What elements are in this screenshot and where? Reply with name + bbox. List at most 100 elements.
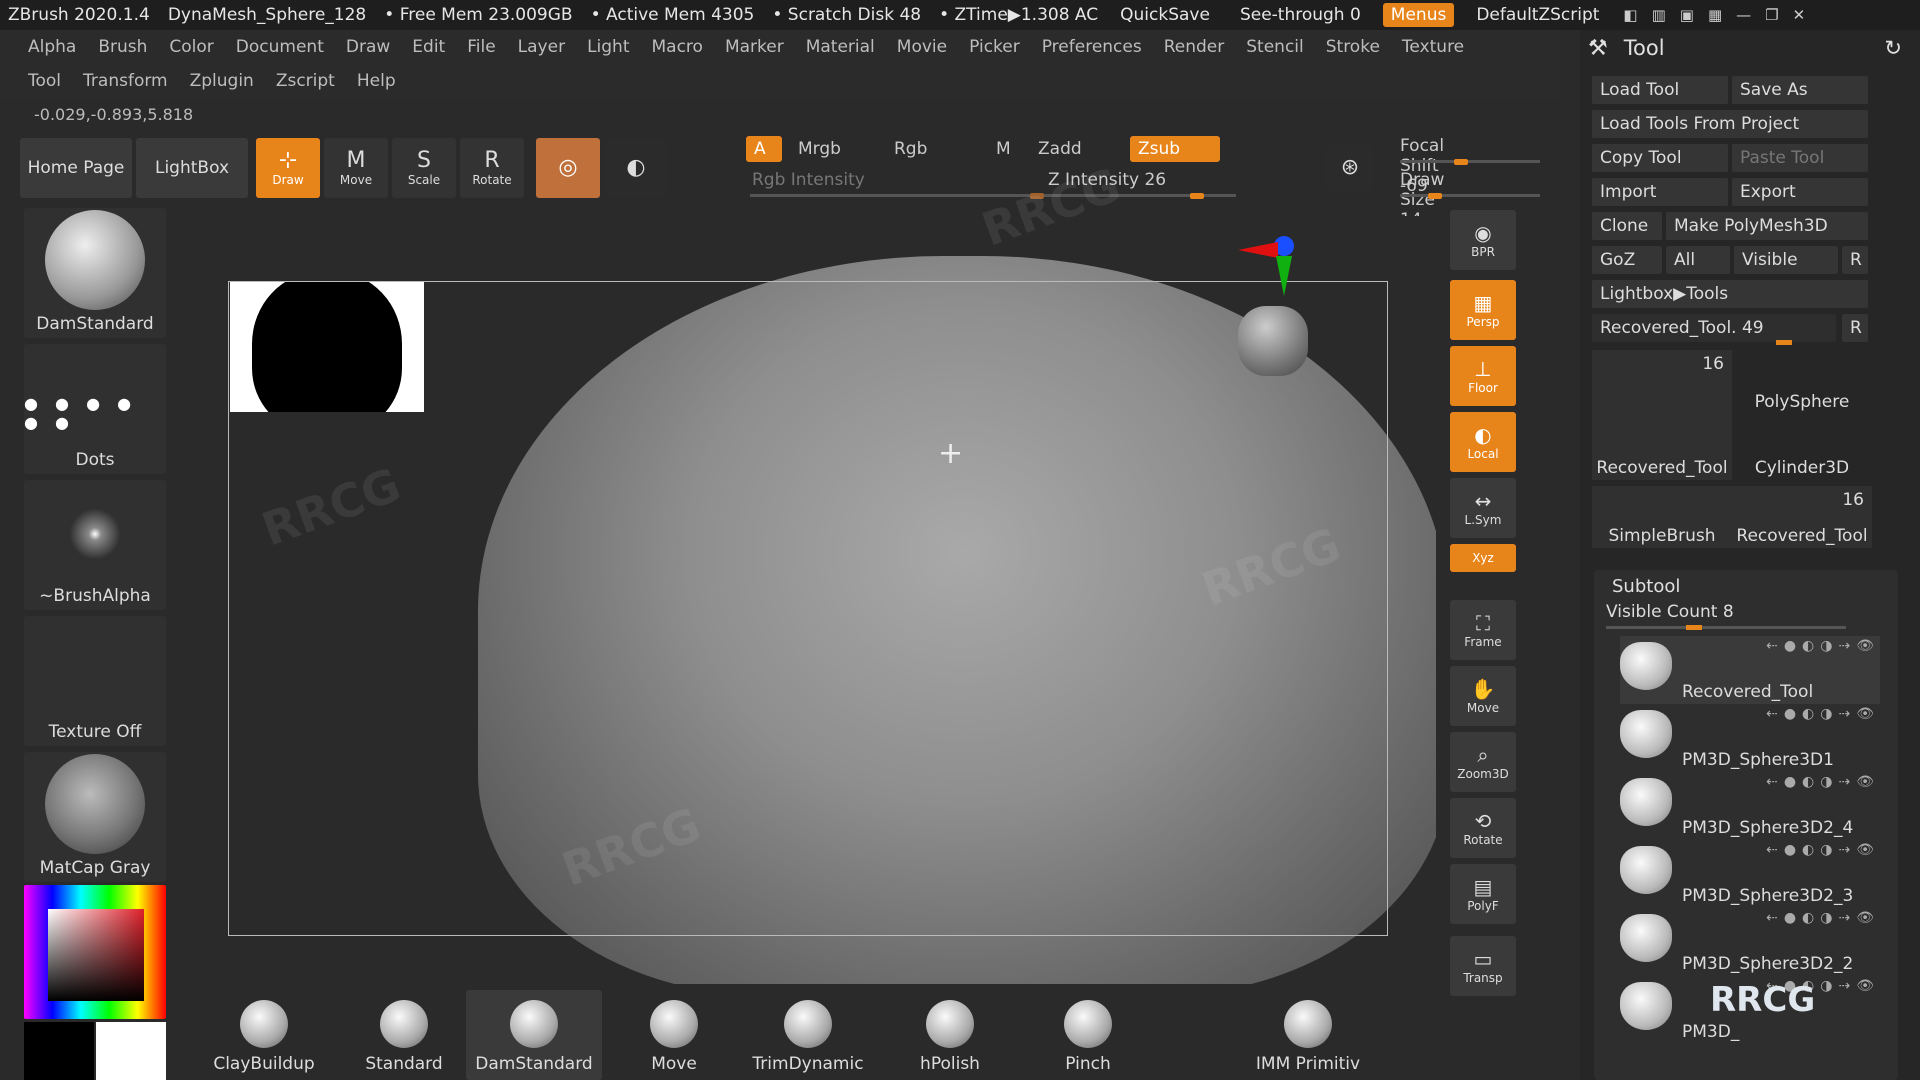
menu-alpha[interactable]: Alpha xyxy=(28,37,76,57)
goz-button[interactable]: GoZ xyxy=(1592,246,1662,274)
menu-stencil[interactable]: Stencil xyxy=(1246,37,1303,57)
shelf-brush-trimdynamic[interactable]: TrimDynamic xyxy=(740,990,876,1080)
zadd-button[interactable]: Zadd xyxy=(1030,136,1120,162)
texture-selector[interactable]: Texture Off xyxy=(24,616,166,746)
export-button[interactable]: Export xyxy=(1732,178,1868,206)
shelf-brush-standard[interactable]: Standard xyxy=(336,990,472,1080)
lazy-mouse-button[interactable]: ⊛ xyxy=(1326,144,1374,192)
z-intensity-slider[interactable] xyxy=(1046,193,1236,199)
r-button[interactable]: R xyxy=(1842,246,1868,274)
menu-color[interactable]: Color xyxy=(169,37,213,57)
sculpt-mode-button[interactable]: ◎ xyxy=(536,138,600,198)
menu-transform[interactable]: Transform xyxy=(83,71,168,91)
tool-slider[interactable]: Recovered_Tool. 49 xyxy=(1592,314,1836,342)
shelf-brush-hpolish[interactable]: hPolish xyxy=(882,990,1018,1080)
frame-button[interactable]: ⛶ Frame xyxy=(1450,600,1516,660)
m-button[interactable]: M xyxy=(988,136,1018,162)
lightbox-button[interactable]: LightBox xyxy=(136,138,248,198)
tool-thumbnail-recovered-tool[interactable]: 16 Recovered_Tool xyxy=(1732,486,1872,548)
menu-tool[interactable]: Tool xyxy=(28,71,61,91)
menu-draw[interactable]: Draw xyxy=(346,37,390,57)
material-selector[interactable]: MatCap Gray xyxy=(24,752,166,882)
paste-tool-button[interactable]: Paste Tool xyxy=(1732,144,1868,172)
stroke-selector[interactable]: ● ● ● ● ● ● Dots xyxy=(24,344,166,474)
seethrough-slider[interactable]: See-through 0 xyxy=(1232,3,1369,27)
tool-thumbnail-simplebrush[interactable]: SimpleBrush xyxy=(1592,486,1732,548)
bpr-button[interactable]: ◉ BPR xyxy=(1450,210,1516,270)
subtool-controls[interactable]: ⇠●◐◑⇢👁 xyxy=(1766,842,1880,858)
shelf-brush-move[interactable]: Move xyxy=(606,990,742,1080)
r-slider-button[interactable]: R xyxy=(1842,314,1868,342)
subtool-controls[interactable]: ⇠●◐◑⇢👁 xyxy=(1766,910,1880,926)
menu-movie[interactable]: Movie xyxy=(897,37,947,57)
default-zscript-button[interactable]: DefaultZScript xyxy=(1468,3,1607,27)
menu-edit[interactable]: Edit xyxy=(412,37,445,57)
tool-thumbnail-recovered-tool[interactable]: 16 Recovered_Tool xyxy=(1592,350,1732,480)
menu-texture[interactable]: Texture xyxy=(1402,37,1464,57)
menu-layer[interactable]: Layer xyxy=(518,37,565,57)
menu-macro[interactable]: Macro xyxy=(652,37,703,57)
ui2-icon[interactable]: ▦ xyxy=(1708,6,1722,24)
secondary-color-swatch[interactable] xyxy=(96,1022,166,1080)
load-tool-button[interactable]: Load Tool xyxy=(1592,76,1728,104)
move-button[interactable]: M Move xyxy=(324,138,388,198)
color-picker[interactable] xyxy=(24,885,166,1019)
menu-document[interactable]: Document xyxy=(236,37,324,57)
menu-file[interactable]: File xyxy=(467,37,495,57)
canvas-viewport[interactable]: + xyxy=(178,216,1436,984)
subtool-row[interactable]: ⇠●◐◑⇢👁 PM3D_Sphere3D2_2 xyxy=(1620,908,1880,976)
brush-selector[interactable]: DamStandard xyxy=(24,208,166,338)
refresh-icon[interactable]: ↻ xyxy=(1884,36,1902,60)
close-icon[interactable]: ✕ xyxy=(1793,6,1806,24)
primary-color-swatch[interactable] xyxy=(24,1022,94,1080)
make-polymesh-button[interactable]: Make PolyMesh3D xyxy=(1666,212,1868,240)
focal-shift-slider[interactable] xyxy=(1400,159,1540,165)
draw-size-slider[interactable] xyxy=(1400,193,1540,199)
subtool-row[interactable]: ⇠●◐◑⇢👁 PM3D_Sphere3D1 xyxy=(1620,704,1880,772)
copy-tool-button[interactable]: Copy Tool xyxy=(1592,144,1728,172)
polyf-button[interactable]: ▤ PolyF xyxy=(1450,864,1516,924)
restore-icon[interactable]: ❐ xyxy=(1765,6,1778,24)
menu-marker[interactable]: Marker xyxy=(725,37,784,57)
shelf-brush-imm-primitiv[interactable]: IMM Primitiv xyxy=(1240,990,1376,1080)
l-sym-button[interactable]: ↔ L.Sym xyxy=(1450,478,1516,538)
home-page-button[interactable]: Home Page xyxy=(20,138,132,198)
subtool-row[interactable]: ⇠●◐◑⇢👁 PM3D_Sphere3D2_3 xyxy=(1620,840,1880,908)
tool-thumbnail-polysphere[interactable]: PolySphere xyxy=(1732,350,1872,414)
tool-slider-knob[interactable] xyxy=(1776,340,1792,345)
shelf-brush-damstandard[interactable]: DamStandard xyxy=(466,990,602,1080)
minimize-icon[interactable]: — xyxy=(1736,6,1751,24)
scale-button[interactable]: S Scale xyxy=(392,138,456,198)
menu-material[interactable]: Material xyxy=(806,37,875,57)
menu-stroke[interactable]: Stroke xyxy=(1326,37,1380,57)
material-sphere-button[interactable]: ◐ xyxy=(604,138,668,198)
a-button[interactable]: A xyxy=(746,136,782,162)
subtool-row[interactable]: ⇠●◐◑⇢👁 Recovered_Tool xyxy=(1620,636,1880,704)
save-as-button[interactable]: Save As xyxy=(1732,76,1868,104)
alpha-selector[interactable]: ~BrushAlpha xyxy=(24,480,166,610)
visible-button[interactable]: Visible xyxy=(1734,246,1838,274)
mrgb-button[interactable]: Mrgb xyxy=(790,136,870,162)
navigation-head[interactable] xyxy=(1238,306,1308,376)
lightbox-tools-button[interactable]: Lightbox▶Tools xyxy=(1592,280,1868,308)
rotate-button[interactable]: R Rotate xyxy=(460,138,524,198)
subtool-controls[interactable]: ⇠●◐◑⇢👁 xyxy=(1766,774,1880,790)
rgb-intensity-slider[interactable] xyxy=(750,193,1050,199)
tool-thumbnail-cylinder3d[interactable]: Cylinder3D xyxy=(1732,416,1872,480)
subtool-controls[interactable]: ⇠●◐◑⇢👁 xyxy=(1766,638,1880,654)
menu-light[interactable]: Light xyxy=(587,37,629,57)
tool-panel-header[interactable]: ⚒ Tool ↻ xyxy=(1580,30,1920,66)
menu-picker[interactable]: Picker xyxy=(969,37,1020,57)
persp-button[interactable]: ▦ Persp xyxy=(1450,280,1516,340)
local-button[interactable]: ◐ Local xyxy=(1450,412,1516,472)
draw-button[interactable]: ⊹ Draw xyxy=(256,138,320,198)
transp-button[interactable]: ▭ Transp xyxy=(1450,936,1516,996)
move-button[interactable]: ✋ Move xyxy=(1450,666,1516,726)
menu-zplugin[interactable]: Zplugin xyxy=(190,71,254,91)
visible-count-slider[interactable] xyxy=(1606,625,1846,630)
zsub-button[interactable]: Zsub xyxy=(1130,136,1220,162)
menu-zscript[interactable]: Zscript xyxy=(276,71,335,91)
menus-button[interactable]: Menus xyxy=(1382,3,1455,27)
shelf-brush-pinch[interactable]: Pinch xyxy=(1020,990,1156,1080)
import-button[interactable]: Import xyxy=(1592,178,1728,206)
